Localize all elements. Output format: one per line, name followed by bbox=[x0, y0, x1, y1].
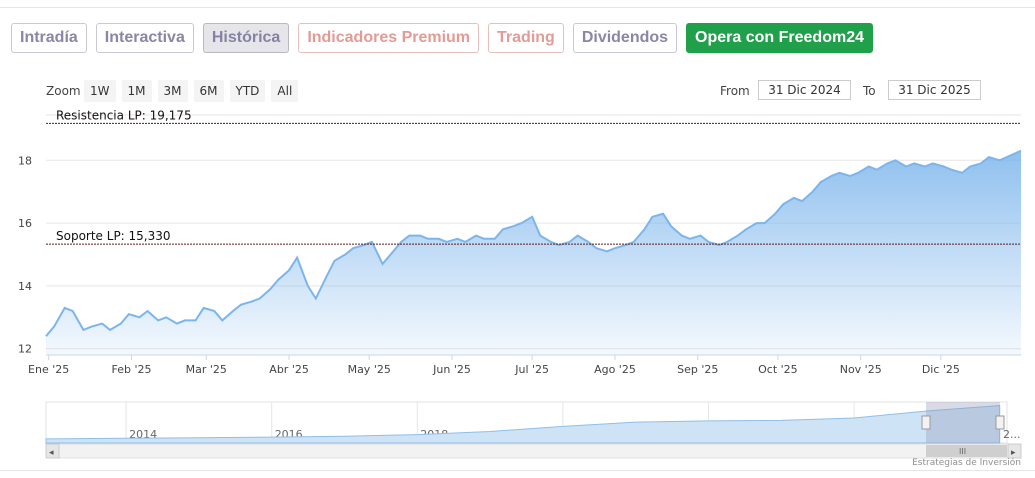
chart-credit: Estrategias de Inversión bbox=[912, 458, 1021, 468]
tab-interactiva[interactable]: Interactiva bbox=[95, 23, 194, 53]
y-tick-label: 18 bbox=[18, 154, 32, 167]
tab-indicadores-premium[interactable]: Indicadores Premium bbox=[298, 23, 480, 53]
navigator[interactable]: 2014201620182020202220242... ◂ ▸ III bbox=[0, 400, 1035, 460]
zoom-all-button[interactable]: All bbox=[271, 80, 299, 102]
scroll-left-arrow-icon: ◂ bbox=[49, 448, 54, 458]
zoom-6m-button[interactable]: 6M bbox=[193, 80, 224, 102]
y-tick-label: 12 bbox=[18, 343, 32, 356]
price-area-chart[interactable]: Resistencia LP: 19,175 Soporte LP: 15,330… bbox=[0, 110, 1035, 395]
x-tick-label: Nov '25 bbox=[840, 363, 882, 376]
tab-historica[interactable]: Histórica bbox=[202, 23, 290, 53]
to-label: To bbox=[863, 84, 876, 98]
from-date-input[interactable]: 31 Dic 2024 bbox=[758, 80, 851, 100]
x-tick-label: Dic '25 bbox=[922, 363, 960, 376]
navigator-selection[interactable] bbox=[926, 402, 1000, 443]
zoom-3m-button[interactable]: 3M bbox=[157, 80, 188, 102]
zoom-1w-button[interactable]: 1W bbox=[84, 80, 116, 102]
x-tick-label: May '25 bbox=[348, 363, 391, 376]
from-label: From bbox=[720, 84, 750, 98]
x-tick-label: Jun '25 bbox=[432, 363, 471, 376]
navigator-left-handle[interactable] bbox=[921, 415, 931, 430]
top-divider bbox=[0, 7, 1035, 8]
scrollbar-grip-icon: III bbox=[959, 447, 966, 456]
tab-intradia[interactable]: Intradía bbox=[11, 23, 87, 53]
to-date-input[interactable]: 31 Dic 2025 bbox=[888, 80, 981, 100]
x-tick-label: Ago '25 bbox=[594, 363, 636, 376]
x-tick-label: Jul '25 bbox=[514, 363, 549, 376]
series-area-fill bbox=[46, 150, 1021, 355]
x-tick-label: Abr '25 bbox=[269, 363, 309, 376]
y-tick-label: 16 bbox=[18, 217, 32, 230]
x-tick-label: Feb '25 bbox=[111, 363, 151, 376]
x-tick-label: Ene '25 bbox=[28, 363, 69, 376]
navigator-right-handle[interactable] bbox=[995, 415, 1005, 430]
y-axis-ticks: 12 14 16 18 bbox=[18, 154, 32, 355]
navigator-year-label: 2... bbox=[1003, 428, 1021, 441]
x-tick-label: Oct '25 bbox=[758, 363, 798, 376]
x-tick-label: Mar '25 bbox=[186, 363, 227, 376]
tab-opera-freedom24[interactable]: Opera con Freedom24 bbox=[686, 23, 873, 53]
y-tick-label: 14 bbox=[18, 280, 32, 293]
zoom-1m-button[interactable]: 1M bbox=[121, 80, 152, 102]
chart-tabs: Intradía Interactiva Histórica Indicador… bbox=[11, 23, 873, 53]
zoom-label: Zoom bbox=[46, 84, 81, 98]
tab-trading[interactable]: Trading bbox=[488, 23, 564, 53]
scroll-right-arrow-icon: ▸ bbox=[1011, 448, 1016, 458]
scrollbar-thumb[interactable] bbox=[926, 445, 1007, 457]
x-tick-label: Sep '25 bbox=[677, 363, 718, 376]
annotation-label: Resistencia LP: 19,175 bbox=[56, 110, 192, 122]
bottom-divider bbox=[0, 470, 1035, 471]
zoom-buttons: 1W 1M 3M 6M YTD All bbox=[84, 80, 299, 102]
navigator-scrollbar-track[interactable] bbox=[45, 443, 1022, 459]
annotation-label: Soporte LP: 15,330 bbox=[56, 229, 171, 243]
x-axis-ticks: Ene '25 Feb '25 Mar '25 Abr '25 May '25 Jun '… bbox=[28, 355, 960, 376]
zoom-ytd-button[interactable]: YTD bbox=[229, 80, 266, 102]
tab-dividendos[interactable]: Dividendos bbox=[572, 23, 678, 53]
